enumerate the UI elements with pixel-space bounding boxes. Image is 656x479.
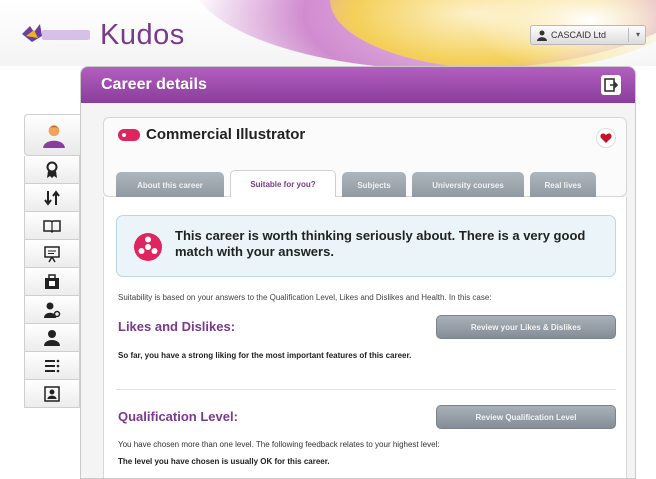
sidebar-item-awards[interactable]: [24, 156, 80, 184]
tag-icon: [118, 129, 140, 141]
tab-real-lives[interactable]: Real lives: [530, 172, 596, 198]
review-qualification-level-button[interactable]: Review Qualification Level: [436, 405, 616, 429]
likes-dislikes-title: Likes and Dislikes:: [118, 319, 236, 334]
suitability-content: This career is worth thinking seriously …: [103, 197, 627, 478]
likes-dislikes-section: Likes and Dislikes: Review your Likes & …: [116, 313, 616, 373]
tab-about-this-career[interactable]: About this career: [116, 172, 224, 198]
sidebar-item-checklist[interactable]: [24, 352, 80, 380]
ribbon-award-icon: [46, 161, 58, 178]
user-account-menu[interactable]: CASCAID Ltd ▾: [530, 25, 646, 45]
user-menu-separator: [628, 28, 629, 42]
sidebar-item-people[interactable]: [24, 324, 80, 352]
tab-university-courses[interactable]: University courses: [412, 172, 524, 198]
suitability-note: Suitability is based on your answers to …: [118, 293, 492, 302]
person-gear-icon: [44, 302, 61, 318]
career-tabs: About this career Suitable for you? Subj…: [116, 170, 596, 198]
sort-arrows-icon: [44, 189, 60, 206]
sidebar-item-profile[interactable]: [24, 114, 82, 156]
sidebar: [24, 114, 82, 408]
match-rating-icon: [134, 233, 162, 261]
panel-title: Career details: [101, 76, 207, 93]
cascaid-logo[interactable]: [20, 22, 92, 46]
section-divider: [116, 389, 616, 390]
tab-subjects[interactable]: Subjects: [342, 172, 406, 198]
likes-dislikes-text: So far, you have a strong liking for the…: [118, 351, 412, 360]
open-book-icon: [43, 219, 61, 233]
person-icon: [44, 329, 60, 346]
sidebar-item-work[interactable]: [24, 268, 80, 296]
sidebar-item-sort[interactable]: [24, 184, 80, 212]
briefcase-icon: [45, 273, 59, 289]
contact-card-icon: [44, 385, 60, 402]
qualification-level-title: Qualification Level:: [118, 409, 238, 424]
export-button[interactable]: [601, 75, 621, 95]
favourite-button[interactable]: [596, 128, 616, 148]
career-card: Commercial Illustrator About this career…: [103, 117, 627, 198]
heart-icon: [600, 133, 612, 143]
sidebar-item-presentation[interactable]: [24, 240, 80, 268]
app-title: Kudos: [100, 19, 185, 51]
qualification-text-2: The level you have chosen is usually OK …: [118, 457, 330, 466]
qualification-level-section: Qualification Level: Review Qualificatio…: [116, 403, 616, 478]
review-likes-dislikes-button[interactable]: Review your Likes & Dislikes: [436, 315, 616, 339]
sidebar-item-book[interactable]: [24, 212, 80, 240]
top-banner: Kudos CASCAID Ltd ▾: [0, 0, 656, 66]
match-result-box: This career is worth thinking seriously …: [116, 215, 616, 277]
sidebar-item-contact[interactable]: [24, 380, 80, 408]
panel-header: Career details: [81, 67, 635, 103]
qualification-text-1: You have chosen more than one level. The…: [118, 440, 440, 449]
person-avatar-icon: [42, 125, 65, 148]
career-title: Commercial Illustrator: [146, 126, 306, 143]
user-menu-label: CASCAID Ltd: [551, 30, 607, 40]
user-icon: [537, 30, 547, 41]
match-message: This career is worth thinking seriously …: [175, 228, 586, 259]
tab-suitable-for-you[interactable]: Suitable for you?: [230, 170, 336, 198]
career-details-panel: Career details Commercial Illustrator Ab…: [80, 66, 636, 479]
checklist-icon: [45, 359, 60, 372]
chevron-down-icon: ▾: [635, 30, 640, 39]
export-icon: [604, 78, 618, 92]
sidebar-item-user-settings[interactable]: [24, 296, 80, 324]
presentation-board-icon: [44, 245, 60, 262]
